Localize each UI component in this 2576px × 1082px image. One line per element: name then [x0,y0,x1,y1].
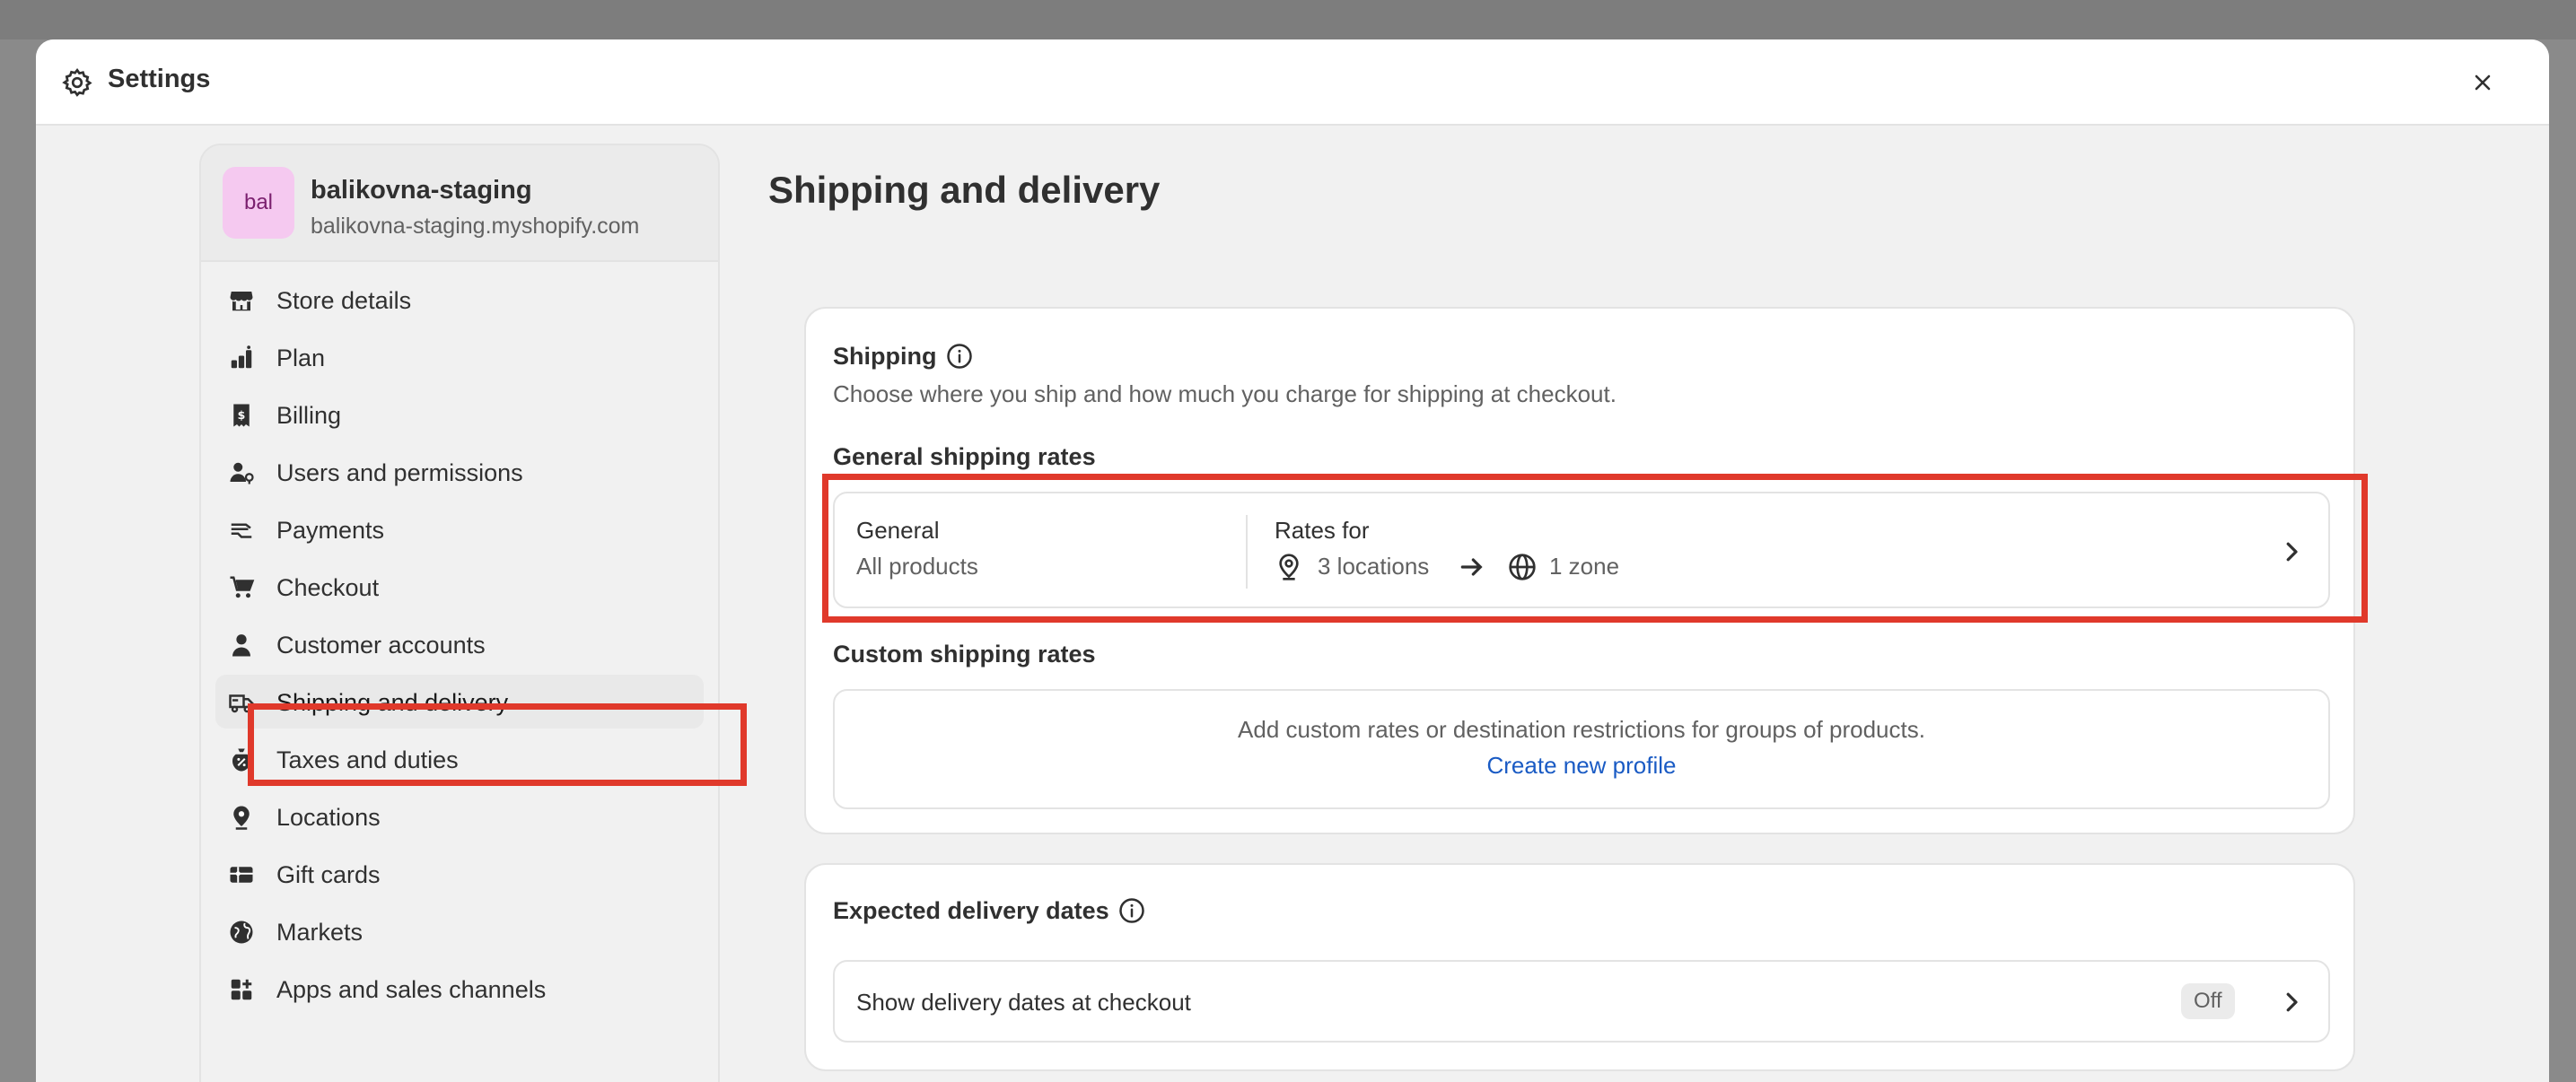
shipping-description: Choose where you ship and how much you c… [833,380,1617,407]
apps-icon [231,979,252,1000]
sidebar-item-label: Billing [276,402,342,429]
chevron-right-icon [2286,992,2298,1012]
delivery-dates-title: Expected delivery dates [833,897,1109,924]
globe-icon [230,921,253,944]
sidebar-item-label: Users and permissions [276,459,523,486]
general-rates-title: General shipping rates [833,443,1096,470]
plan-icon [231,345,252,369]
general-rates-highlight [822,474,2368,623]
users-icon [230,462,254,484]
billing-icon: $ [233,404,250,427]
payments-icon [231,523,252,538]
status-badge: Off [2181,983,2235,1019]
sidebar-item-gift-cards[interactable]: Gift cards [215,847,704,901]
person-icon [232,634,250,657]
sidebar-highlight [248,703,747,786]
sidebar-item-users[interactable]: Users and permissions [215,445,704,499]
svg-text:$: $ [238,408,246,422]
delivery-dates-row[interactable]: Show delivery dates at checkout Off [833,960,2330,1043]
store-icon [230,292,253,311]
custom-rates-box: Add custom rates or destination restrict… [833,689,2330,809]
sidebar-item-customer-accounts[interactable]: Customer accounts [215,617,704,671]
delivery-dates-label: Show delivery dates at checkout [856,989,1191,1016]
sidebar-item-payments[interactable]: Payments [215,502,704,556]
store-name: balikovna-staging [311,176,532,205]
sidebar-item-label: Apps and sales channels [276,976,547,1003]
location-icon [233,806,250,830]
sidebar-item-checkout[interactable]: Checkout [215,560,704,614]
sidebar-item-label: Plan [276,345,326,371]
sidebar-item-label: Customer accounts [276,632,486,659]
store-card[interactable]: bal balikovna-staging balikovna-staging.… [201,145,718,262]
shipping-title: Shipping [833,343,937,370]
store-domain: balikovna-staging.myshopify.com [311,214,640,239]
sidebar-item-label: Payments [276,517,385,544]
gift-card-icon [230,867,253,883]
sidebar-item-label: Checkout [276,574,380,601]
sidebar-item-plan[interactable]: Plan [215,330,704,384]
modal-header: Settings [36,39,2549,126]
sidebar-item-billing[interactable]: $ Billing [215,388,704,441]
create-profile-link[interactable]: Create new profile [835,752,2328,780]
cart-icon [230,576,255,598]
sidebar-item-apps[interactable]: Apps and sales channels [215,962,704,1016]
sidebar-item-locations[interactable]: Locations [215,790,704,843]
sidebar-item-store-details[interactable]: Store details [215,273,704,327]
backdrop [0,0,2576,39]
custom-rates-description: Add custom rates or destination restrict… [1238,716,1925,743]
modal-title: Settings [108,65,211,93]
avatar: bal [223,167,294,239]
settings-sidebar: bal balikovna-staging balikovna-staging.… [199,144,720,1082]
sidebar-item-label: Locations [276,804,381,831]
info-icon[interactable] [946,343,973,370]
info-icon[interactable] [1118,897,1145,924]
page-title: Shipping and delivery [768,169,1161,211]
sidebar-item-label: Gift cards [276,861,381,888]
gear-icon [62,67,92,97]
delivery-dates-card: Expected delivery dates Show delivery da… [804,863,2355,1071]
custom-rates-title: Custom shipping rates [833,641,1096,668]
sidebar-item-label: Markets [276,919,364,946]
sidebar-item-label: Store details [276,287,412,314]
close-button[interactable] [2465,65,2501,100]
close-icon [2475,74,2491,91]
sidebar-item-markets[interactable]: Markets [215,904,704,958]
